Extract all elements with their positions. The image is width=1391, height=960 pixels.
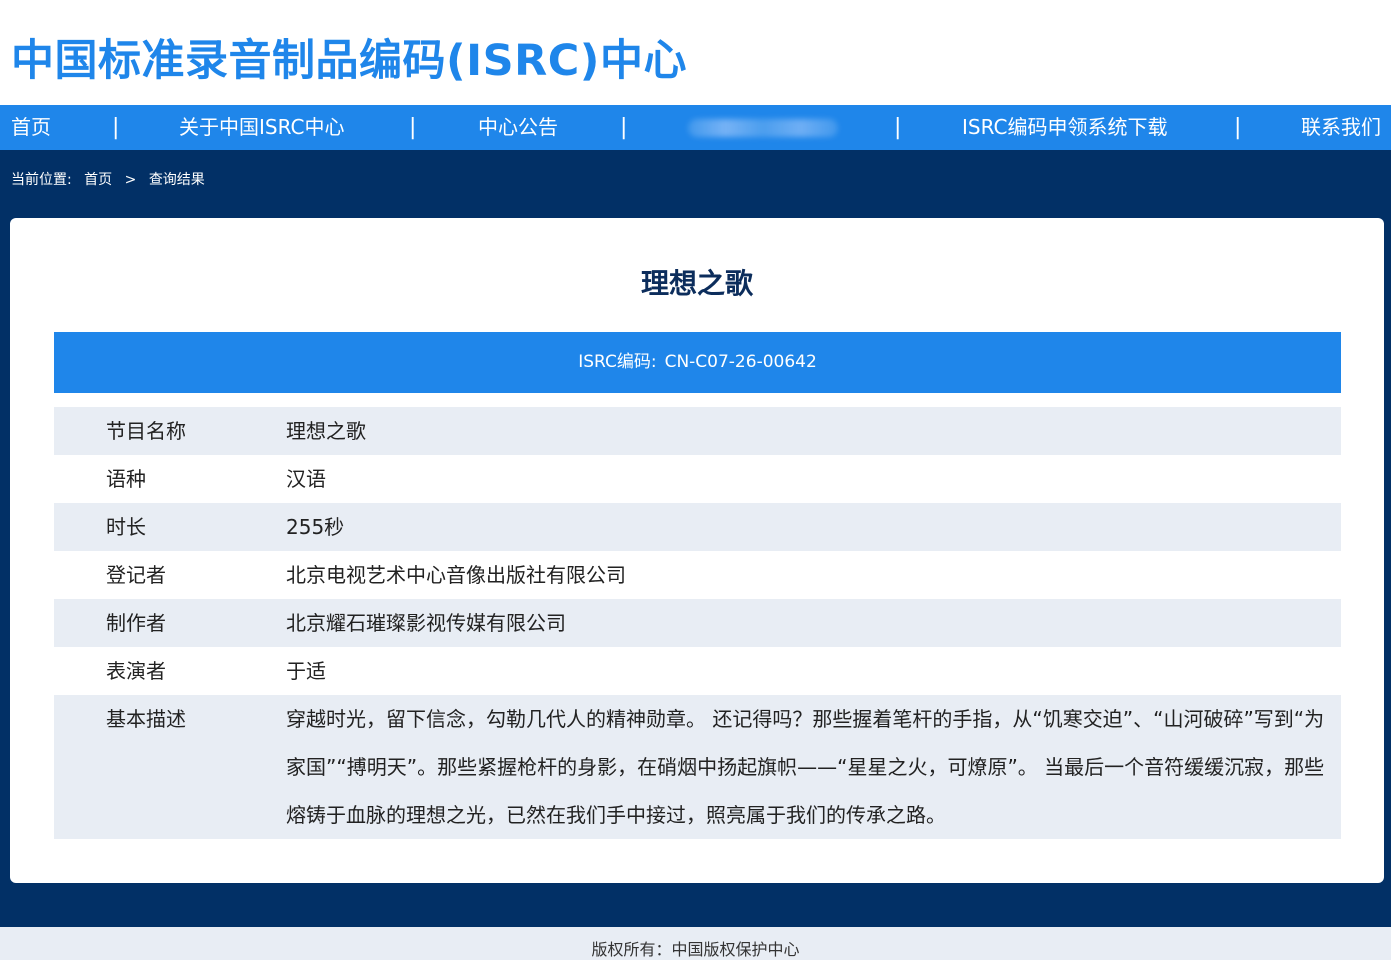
record-details-table: 节目名称 理想之歌 语种 汉语 时长 255秒 登记者 北京电视艺术中心音像出版… bbox=[54, 407, 1341, 839]
breadcrumb: 当前位置: 首页 > 查询结果 bbox=[11, 169, 213, 189]
field-label: 表演者 bbox=[106, 659, 166, 683]
breadcrumb-arrow: > bbox=[124, 172, 137, 188]
nav-separator: | bbox=[894, 115, 902, 140]
table-row: 制作者 北京耀石璀璨影视传媒有限公司 bbox=[54, 599, 1341, 647]
field-value: 理想之歌 bbox=[286, 419, 366, 443]
breadcrumb-prefix: 当前位置: bbox=[11, 172, 72, 188]
isrc-code-bar: ISRC编码: CN-C07-26-00642 bbox=[54, 332, 1341, 393]
table-row: 基本描述 穿越时光，留下信念，勾勒几代人的精神勋章。 还记得吗？那些握着笔杆的手… bbox=[54, 695, 1341, 839]
isrc-code: CN-C07-26-00642 bbox=[664, 352, 817, 372]
nav-item-about[interactable]: 关于中国ISRC中心 bbox=[179, 105, 344, 150]
table-row: 表演者 于适 bbox=[54, 647, 1341, 695]
site-header: 中国标准录音制品编码(ISRC)中心 bbox=[0, 0, 1391, 105]
nav-item-home[interactable]: 首页 bbox=[11, 105, 51, 150]
table-row: 时长 255秒 bbox=[54, 503, 1341, 551]
main-nav: 首页 | 关于中国ISRC中心 | 中心公告 | | ISRC编码申领系统下载 … bbox=[0, 105, 1391, 150]
breadcrumb-home-link[interactable]: 首页 bbox=[84, 172, 112, 188]
field-value-description: 穿越时光，留下信念，勾勒几代人的精神勋章。 还记得吗？那些握着笔杆的手指，从“饥… bbox=[286, 707, 1325, 827]
site-title[interactable]: 中国标准录音制品编码(ISRC)中心 bbox=[11, 26, 687, 88]
copyright-text: 版权所有：中国版权保护中心 bbox=[591, 940, 800, 959]
song-title: 理想之歌 bbox=[640, 267, 753, 300]
table-row: 登记者 北京电视艺术中心音像出版社有限公司 bbox=[54, 551, 1341, 599]
field-label: 基本描述 bbox=[106, 707, 186, 731]
nav-item-announcements[interactable]: 中心公告 bbox=[478, 105, 558, 150]
main-content: 当前位置: 首页 > 查询结果 理想之歌 ISRC编码: CN-C07-26-00… bbox=[0, 150, 1391, 927]
isrc-label: ISRC编码: bbox=[578, 352, 657, 372]
field-label: 语种 bbox=[106, 467, 146, 491]
field-label: 制作者 bbox=[106, 611, 166, 635]
nav-item-contact[interactable]: 联系我们 bbox=[1301, 105, 1381, 150]
field-value: 于适 bbox=[286, 659, 326, 683]
nav-item-download[interactable]: ISRC编码申领系统下载 bbox=[962, 105, 1167, 150]
field-label: 节目名称 bbox=[106, 419, 186, 443]
result-card: 理想之歌 ISRC编码: CN-C07-26-00642 节目名称 理想之歌 语种… bbox=[10, 218, 1384, 883]
field-value: 北京耀石璀璨影视传媒有限公司 bbox=[286, 611, 566, 635]
table-row: 节目名称 理想之歌 bbox=[54, 407, 1341, 455]
nav-separator: | bbox=[112, 115, 120, 140]
field-value: 255秒 bbox=[286, 515, 345, 539]
field-value: 汉语 bbox=[286, 467, 326, 491]
table-row: 语种 汉语 bbox=[54, 455, 1341, 503]
nav-item-blurred[interactable] bbox=[688, 119, 838, 137]
footer: 版权所有：中国版权保护中心 bbox=[0, 927, 1391, 960]
field-value: 北京电视艺术中心音像出版社有限公司 bbox=[286, 563, 626, 587]
breadcrumb-current: 查询结果 bbox=[148, 172, 205, 188]
nav-separator: | bbox=[1234, 115, 1242, 140]
nav-separator: | bbox=[620, 115, 628, 140]
nav-separator: | bbox=[409, 115, 417, 140]
field-label: 时长 bbox=[106, 515, 146, 539]
field-label: 登记者 bbox=[106, 563, 166, 587]
